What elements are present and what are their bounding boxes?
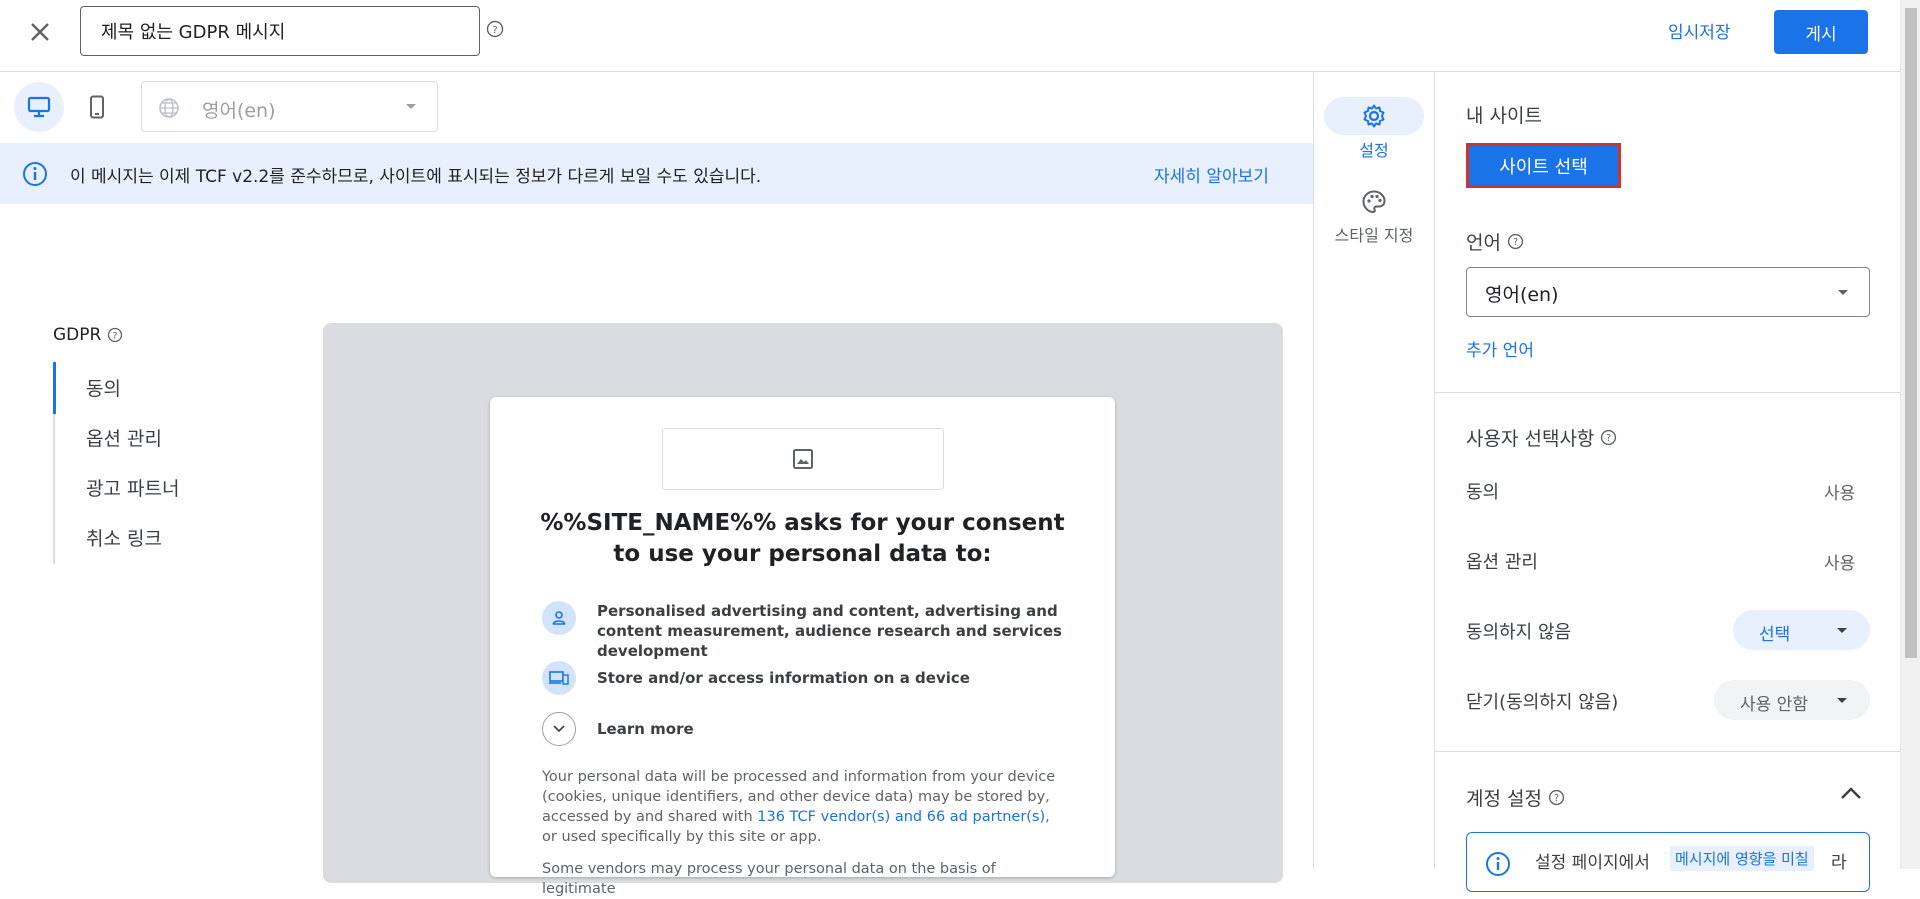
language-label-text: 언어 bbox=[1466, 232, 1501, 254]
tab-styling-label: 스타일 지정 bbox=[1334, 226, 1414, 245]
chevron-down-icon bbox=[1837, 698, 1847, 703]
consent-body-text-2: Some vendors may process your personal d… bbox=[542, 861, 996, 897]
learn-more-toggle[interactable]: Learn more bbox=[542, 712, 1082, 746]
page-scrollbar[interactable] bbox=[1900, 0, 1920, 869]
account-settings-notice: 설정 페이지에서 메시지에 영향을 미칠 라 bbox=[1466, 832, 1870, 892]
site-logo-placeholder[interactable] bbox=[662, 428, 944, 490]
help-icon[interactable]: ? bbox=[1600, 429, 1617, 446]
svg-text:?: ? bbox=[1554, 793, 1559, 804]
user-choices-label: 사용자 선택사항 ? bbox=[1466, 424, 1617, 451]
info-icon bbox=[22, 161, 48, 187]
notice-text-suffix: 라 bbox=[1831, 853, 1847, 873]
smartphone-icon bbox=[90, 95, 104, 119]
choice-close-label: 닫기(동의하지 않음) bbox=[1466, 692, 1619, 713]
consent-heading: %%SITE_NAME%% asks for your consent to u… bbox=[540, 510, 1065, 567]
svg-text:?: ? bbox=[1513, 237, 1518, 248]
language-select[interactable]: 영어(en) bbox=[1466, 267, 1870, 317]
tcf-info-banner: 이 메시지는 이제 TCF v2.2를 준수하므로, 사이트에 표시되는 정보가… bbox=[0, 143, 1313, 204]
svg-text:?: ? bbox=[1606, 433, 1611, 444]
nav-item-manage-options[interactable]: 옵션 관리 bbox=[86, 424, 162, 451]
user-choices-label-text: 사용자 선택사항 bbox=[1466, 428, 1595, 450]
divider bbox=[1313, 72, 1314, 869]
chevron-up-icon bbox=[1841, 787, 1861, 799]
consent-message-card: %%SITE_NAME%% asks for your consent to u… bbox=[490, 397, 1115, 897]
banner-message: 이 메시지는 이제 TCF v2.2를 준수하므로, 사이트에 표시되는 정보가… bbox=[70, 167, 762, 187]
mobile-preview-button[interactable] bbox=[72, 82, 122, 132]
info-icon bbox=[1485, 851, 1511, 877]
gdpr-title-text: GDPR bbox=[53, 325, 102, 345]
message-title-input[interactable] bbox=[80, 6, 480, 56]
close-button[interactable] bbox=[22, 14, 58, 50]
nav-item-consent[interactable]: 동의 bbox=[86, 374, 121, 401]
devices-icon bbox=[542, 661, 576, 695]
preview-language-value: 영어(en) bbox=[202, 100, 276, 122]
do-not-consent-select[interactable]: 선택 bbox=[1733, 610, 1870, 650]
select-site-button[interactable]: 사이트 선택 bbox=[1466, 143, 1621, 188]
help-icon[interactable]: ? bbox=[107, 327, 123, 343]
globe-icon bbox=[158, 97, 180, 119]
divider bbox=[1434, 72, 1435, 869]
choice-manage-options-value: 사용 bbox=[1824, 554, 1856, 574]
close-choice-select[interactable]: 사용 안함 bbox=[1714, 680, 1870, 720]
save-draft-button[interactable]: 임시저장 bbox=[1668, 18, 1731, 43]
notice-highlight-chip: 메시지에 영향을 미칠 bbox=[1670, 846, 1814, 871]
do-not-consent-value: 선택 bbox=[1759, 625, 1791, 645]
choice-manage-options-label: 옵션 관리 bbox=[1466, 552, 1538, 573]
desktop-icon bbox=[27, 96, 51, 118]
palette-icon bbox=[1358, 187, 1390, 217]
account-settings-label: 계정 설정 ? bbox=[1466, 784, 1565, 811]
purpose-item: Personalised advertising and content, ad… bbox=[542, 601, 1082, 660]
top-bar: ? 임시저장 게시 bbox=[0, 0, 1900, 72]
help-icon[interactable]: ? bbox=[1548, 789, 1565, 806]
chevron-down-icon bbox=[1837, 628, 1847, 633]
choice-consent-label: 동의 bbox=[1466, 482, 1500, 503]
learn-more-text: Learn more bbox=[597, 720, 694, 738]
chevron-down-icon bbox=[1838, 290, 1848, 295]
purpose-item: Store and/or access information on a dev… bbox=[542, 661, 1082, 695]
purpose-text: Personalised advertising and content, ad… bbox=[597, 602, 1062, 660]
learn-more-link[interactable]: 자세히 알아보기 bbox=[1154, 162, 1269, 187]
collapse-account-settings-button[interactable] bbox=[1840, 786, 1862, 800]
language-select-value: 영어(en) bbox=[1485, 284, 1559, 306]
help-icon[interactable]: ? bbox=[1507, 233, 1524, 250]
my-site-label: 내 사이트 bbox=[1466, 105, 1542, 127]
publish-button[interactable]: 게시 bbox=[1774, 10, 1868, 54]
chevron-down-icon bbox=[406, 104, 416, 109]
vendors-link[interactable]: 136 TCF vendor(s) and 66 ad partner(s) bbox=[757, 809, 1045, 825]
image-icon bbox=[793, 449, 813, 469]
scrollbar-thumb[interactable] bbox=[1905, 8, 1917, 658]
svg-text:?: ? bbox=[113, 332, 118, 342]
close-icon bbox=[31, 23, 49, 41]
settings-tab-pill bbox=[1324, 97, 1424, 135]
add-language-button[interactable]: 추가 언어 bbox=[1466, 336, 1534, 361]
language-label: 언어 ? bbox=[1466, 228, 1524, 255]
person-icon bbox=[542, 601, 576, 635]
gear-icon bbox=[1363, 104, 1385, 128]
svg-text:?: ? bbox=[492, 25, 497, 36]
divider bbox=[1435, 751, 1900, 752]
nav-item-ad-partners[interactable]: 광고 파트너 bbox=[86, 474, 179, 501]
close-choice-value: 사용 안함 bbox=[1740, 695, 1808, 715]
consent-body-text: Your personal data will be processed and… bbox=[542, 767, 1062, 847]
gdpr-section-title: GDPR ? bbox=[53, 325, 123, 345]
divider bbox=[1435, 392, 1900, 393]
nav-item-revocation-link[interactable]: 취소 링크 bbox=[86, 524, 162, 551]
notice-text: 설정 페이지에서 bbox=[1535, 853, 1650, 873]
choice-consent-value: 사용 bbox=[1824, 484, 1856, 504]
nav-active-indicator bbox=[53, 362, 56, 414]
account-settings-label-text: 계정 설정 bbox=[1466, 788, 1542, 810]
tab-settings[interactable]: 설정 bbox=[1324, 97, 1424, 167]
purpose-text: Store and/or access information on a dev… bbox=[597, 669, 970, 687]
choice-do-not-consent-label: 동의하지 않음 bbox=[1466, 622, 1572, 643]
desktop-preview-button[interactable] bbox=[14, 82, 64, 132]
chevron-down-icon bbox=[542, 712, 576, 746]
preview-language-select[interactable]: 영어(en) bbox=[141, 81, 438, 132]
help-icon[interactable]: ? bbox=[486, 20, 504, 38]
tab-settings-label: 설정 bbox=[1359, 141, 1389, 160]
tab-styling[interactable]: 스타일 지정 bbox=[1316, 187, 1432, 257]
